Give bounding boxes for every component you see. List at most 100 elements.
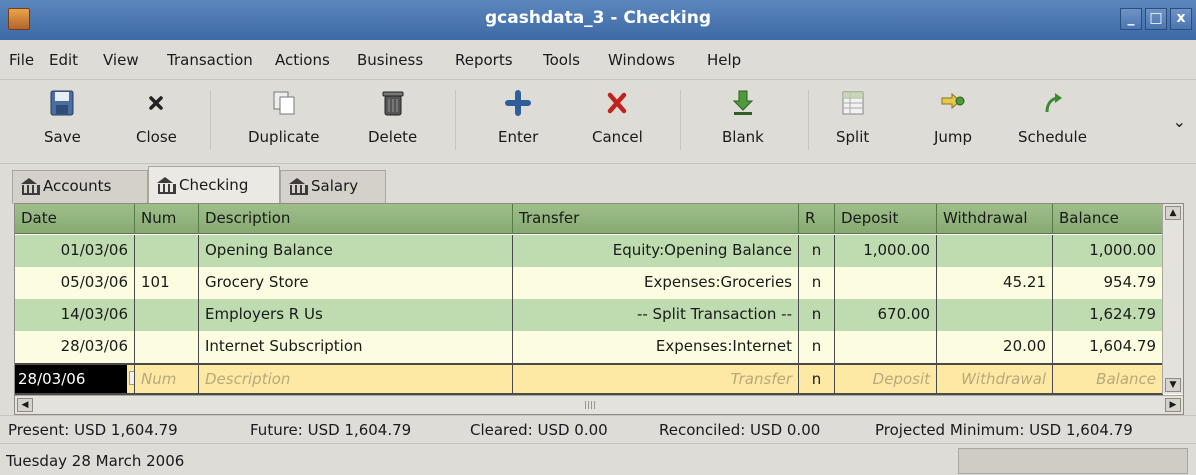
cell-withdrawal[interactable] xyxy=(937,299,1053,331)
table-row[interactable]: 14/03/06 Employers R Us -- Split Transac… xyxy=(15,299,1163,331)
close-window-button[interactable]: x xyxy=(1170,8,1192,30)
status-bar: Tuesday 28 March 2006 xyxy=(0,443,1196,475)
schedule-button[interactable]: Schedule xyxy=(1018,88,1087,146)
window-title: gcashdata_3 - Checking xyxy=(485,8,711,28)
menu-transaction[interactable]: Transaction xyxy=(167,51,253,69)
horizontal-scrollbar[interactable]: ◀ ▶ xyxy=(15,395,1183,414)
reconcile-field[interactable]: n xyxy=(799,365,835,393)
menu-windows[interactable]: Windows xyxy=(608,51,675,69)
scroll-grip[interactable] xyxy=(585,401,595,409)
maximize-button[interactable]: □ xyxy=(1145,8,1167,30)
transaction-register: Date Num Description Transfer R Deposit … xyxy=(14,203,1184,415)
duplicate-button[interactable]: Duplicate xyxy=(248,88,319,146)
reconciled-balance: Reconciled: USD 0.00 xyxy=(659,421,821,439)
cell-deposit[interactable] xyxy=(835,331,937,363)
toolbar-separator xyxy=(455,90,456,150)
scroll-right-icon[interactable]: ▶ xyxy=(1165,398,1181,412)
cell-deposit[interactable] xyxy=(835,267,937,299)
column-header-balance[interactable]: Balance xyxy=(1053,204,1163,233)
cell-transfer[interactable]: Equity:Opening Balance xyxy=(513,235,799,267)
menu-actions[interactable]: Actions xyxy=(275,51,330,69)
column-header-r[interactable]: R xyxy=(799,204,835,233)
description-field[interactable]: Description xyxy=(199,365,513,393)
down-arrow-icon xyxy=(728,88,758,118)
blank-button[interactable]: Blank xyxy=(722,88,764,146)
trash-icon xyxy=(378,88,408,118)
menu-business[interactable]: Business xyxy=(357,51,423,69)
cell-withdrawal[interactable] xyxy=(937,235,1053,267)
scroll-down-icon[interactable]: ▼ xyxy=(1165,378,1181,392)
table-row[interactable]: 28/03/06 Internet Subscription Expenses:… xyxy=(15,331,1163,363)
num-field[interactable]: Num xyxy=(135,365,199,393)
column-header-withdrawal[interactable]: Withdrawal xyxy=(937,204,1053,233)
bank-icon xyxy=(157,177,176,194)
cell-deposit[interactable]: 670.00 xyxy=(835,299,937,331)
cell-deposit[interactable]: 1,000.00 xyxy=(835,235,937,267)
tab-accounts[interactable]: Accounts xyxy=(12,170,148,204)
tab-checking[interactable]: Checking xyxy=(148,166,280,204)
close-button[interactable]: Close xyxy=(136,88,177,146)
projected-minimum: Projected Minimum: USD 1,604.79 xyxy=(875,421,1133,439)
cell-transfer[interactable]: Expenses:Groceries xyxy=(513,267,799,299)
new-transaction-row[interactable]: 28/03/06 Num Description Transfer n Depo… xyxy=(15,363,1163,395)
cell-reconcile[interactable]: n xyxy=(799,235,835,267)
scroll-up-icon[interactable]: ▲ xyxy=(1165,206,1181,220)
cell-num[interactable] xyxy=(135,299,199,331)
delete-button[interactable]: Delete xyxy=(368,88,417,146)
cell-date[interactable]: 28/03/06 xyxy=(15,331,135,363)
column-header-deposit[interactable]: Deposit xyxy=(835,204,937,233)
cleared-balance: Cleared: USD 0.00 xyxy=(470,421,608,439)
enter-button[interactable]: Enter xyxy=(498,88,538,146)
column-header-date[interactable]: Date xyxy=(15,204,135,233)
cell-withdrawal[interactable]: 45.21 xyxy=(937,267,1053,299)
future-balance: Future: USD 1,604.79 xyxy=(250,421,412,439)
cancel-button[interactable]: Cancel xyxy=(592,88,643,146)
table-row[interactable]: 05/03/06 101 Grocery Store Expenses:Groc… xyxy=(15,267,1163,299)
cell-description[interactable]: Employers R Us xyxy=(199,299,513,331)
table-row[interactable]: 01/03/06 Opening Balance Equity:Opening … xyxy=(15,235,1163,267)
cell-reconcile[interactable]: n xyxy=(799,299,835,331)
cell-date[interactable]: 01/03/06 xyxy=(15,235,135,267)
menu-help[interactable]: Help xyxy=(707,51,741,69)
menu-edit[interactable]: Edit xyxy=(49,51,78,69)
status-date: Tuesday 28 March 2006 xyxy=(6,452,185,470)
progress-indicator xyxy=(958,448,1188,474)
deposit-field[interactable]: Deposit xyxy=(835,365,937,393)
transfer-field[interactable]: Transfer xyxy=(513,365,799,393)
cell-description[interactable]: Grocery Store xyxy=(199,267,513,299)
cell-num[interactable] xyxy=(135,331,199,363)
cell-transfer[interactable]: -- Split Transaction -- xyxy=(513,299,799,331)
save-button[interactable]: Save xyxy=(44,88,81,146)
cell-reconcile[interactable]: n xyxy=(799,331,835,363)
date-input[interactable]: 28/03/06 xyxy=(15,365,127,393)
cell-num[interactable] xyxy=(135,235,199,267)
minimize-button[interactable]: _ xyxy=(1120,8,1142,30)
withdrawal-field[interactable]: Withdrawal xyxy=(937,365,1053,393)
menu-file[interactable]: File xyxy=(9,51,34,69)
vertical-scrollbar[interactable]: ▲ ▼ xyxy=(1162,204,1183,394)
date-field[interactable]: 28/03/06 xyxy=(15,365,135,393)
split-button[interactable]: Split xyxy=(836,88,869,146)
cell-date[interactable]: 14/03/06 xyxy=(15,299,135,331)
title-bar: gcashdata_3 - Checking _ □ x xyxy=(0,0,1196,40)
toolbar: Save Close Duplicate Delete Enter Cancel xyxy=(0,80,1196,164)
tab-salary[interactable]: Salary xyxy=(280,170,386,204)
scroll-left-icon[interactable]: ◀ xyxy=(17,398,33,412)
menu-tools[interactable]: Tools xyxy=(543,51,580,69)
chevron-down-icon[interactable]: ⌄ xyxy=(1173,112,1186,131)
column-header-transfer[interactable]: Transfer xyxy=(513,204,799,233)
jump-button[interactable]: Jump xyxy=(934,88,972,146)
cell-date[interactable]: 05/03/06 xyxy=(15,267,135,299)
menu-view[interactable]: View xyxy=(103,51,139,69)
duplicate-icon xyxy=(269,88,299,118)
cell-description[interactable]: Opening Balance xyxy=(199,235,513,267)
cell-transfer[interactable]: Expenses:Internet xyxy=(513,331,799,363)
cell-num[interactable]: 101 xyxy=(135,267,199,299)
menu-reports[interactable]: Reports xyxy=(455,51,513,69)
cell-withdrawal[interactable]: 20.00 xyxy=(937,331,1053,363)
menu-bar: File Edit View Transaction Actions Busin… xyxy=(0,40,1196,80)
cell-description[interactable]: Internet Subscription xyxy=(199,331,513,363)
cell-reconcile[interactable]: n xyxy=(799,267,835,299)
column-header-description[interactable]: Description xyxy=(199,204,513,233)
column-header-num[interactable]: Num xyxy=(135,204,199,233)
